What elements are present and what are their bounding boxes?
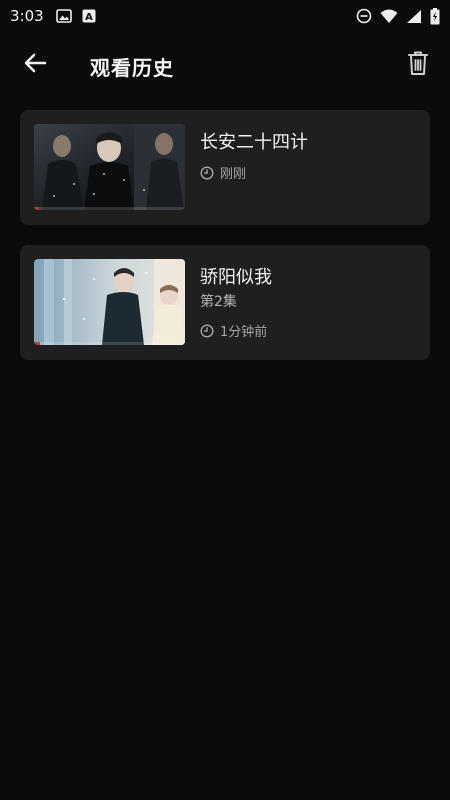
episode-label: 第2集	[200, 294, 237, 310]
status-right-icons	[356, 7, 440, 25]
watch-progress-track	[34, 207, 185, 210]
history-list: 长安二十四计 刚刚 骄阳似我 第2集 1分钟前	[20, 110, 430, 380]
signal-icon	[406, 9, 422, 24]
watched-time: 刚刚	[200, 163, 246, 182]
watched-time-label: 1分钟前	[220, 325, 268, 340]
video-thumbnail	[34, 124, 185, 210]
wifi-icon	[380, 9, 398, 24]
status-time: 3:03	[10, 7, 44, 25]
dnd-icon	[356, 8, 372, 24]
trash-icon	[407, 50, 429, 80]
watch-progress-bar	[34, 207, 39, 210]
clear-history-button[interactable]	[404, 50, 432, 80]
clock-icon	[200, 165, 214, 180]
app-bar: 观看历史	[0, 36, 450, 96]
watch-progress-track	[34, 342, 185, 345]
arrow-left-icon	[23, 52, 47, 78]
status-left-icons: A	[55, 9, 96, 23]
back-button[interactable]	[20, 50, 50, 80]
history-item[interactable]: 骄阳似我 第2集 1分钟前	[20, 245, 430, 360]
video-thumbnail	[34, 259, 185, 345]
status-bar: 3:03 A	[0, 0, 450, 32]
drama-title: 骄阳似我	[200, 267, 272, 288]
battery-charging-icon	[430, 7, 440, 25]
image-icon	[55, 9, 72, 23]
watched-time-label: 刚刚	[220, 167, 247, 182]
watched-time: 1分钟前	[200, 321, 267, 340]
history-item[interactable]: 长安二十四计 刚刚	[20, 110, 430, 225]
font-icon: A	[82, 9, 96, 23]
drama-title: 长安二十四计	[200, 132, 308, 153]
svg-text:A: A	[85, 12, 93, 23]
clock-icon	[200, 323, 214, 338]
page-title: 观看历史	[90, 56, 174, 80]
watch-progress-bar	[34, 342, 41, 345]
